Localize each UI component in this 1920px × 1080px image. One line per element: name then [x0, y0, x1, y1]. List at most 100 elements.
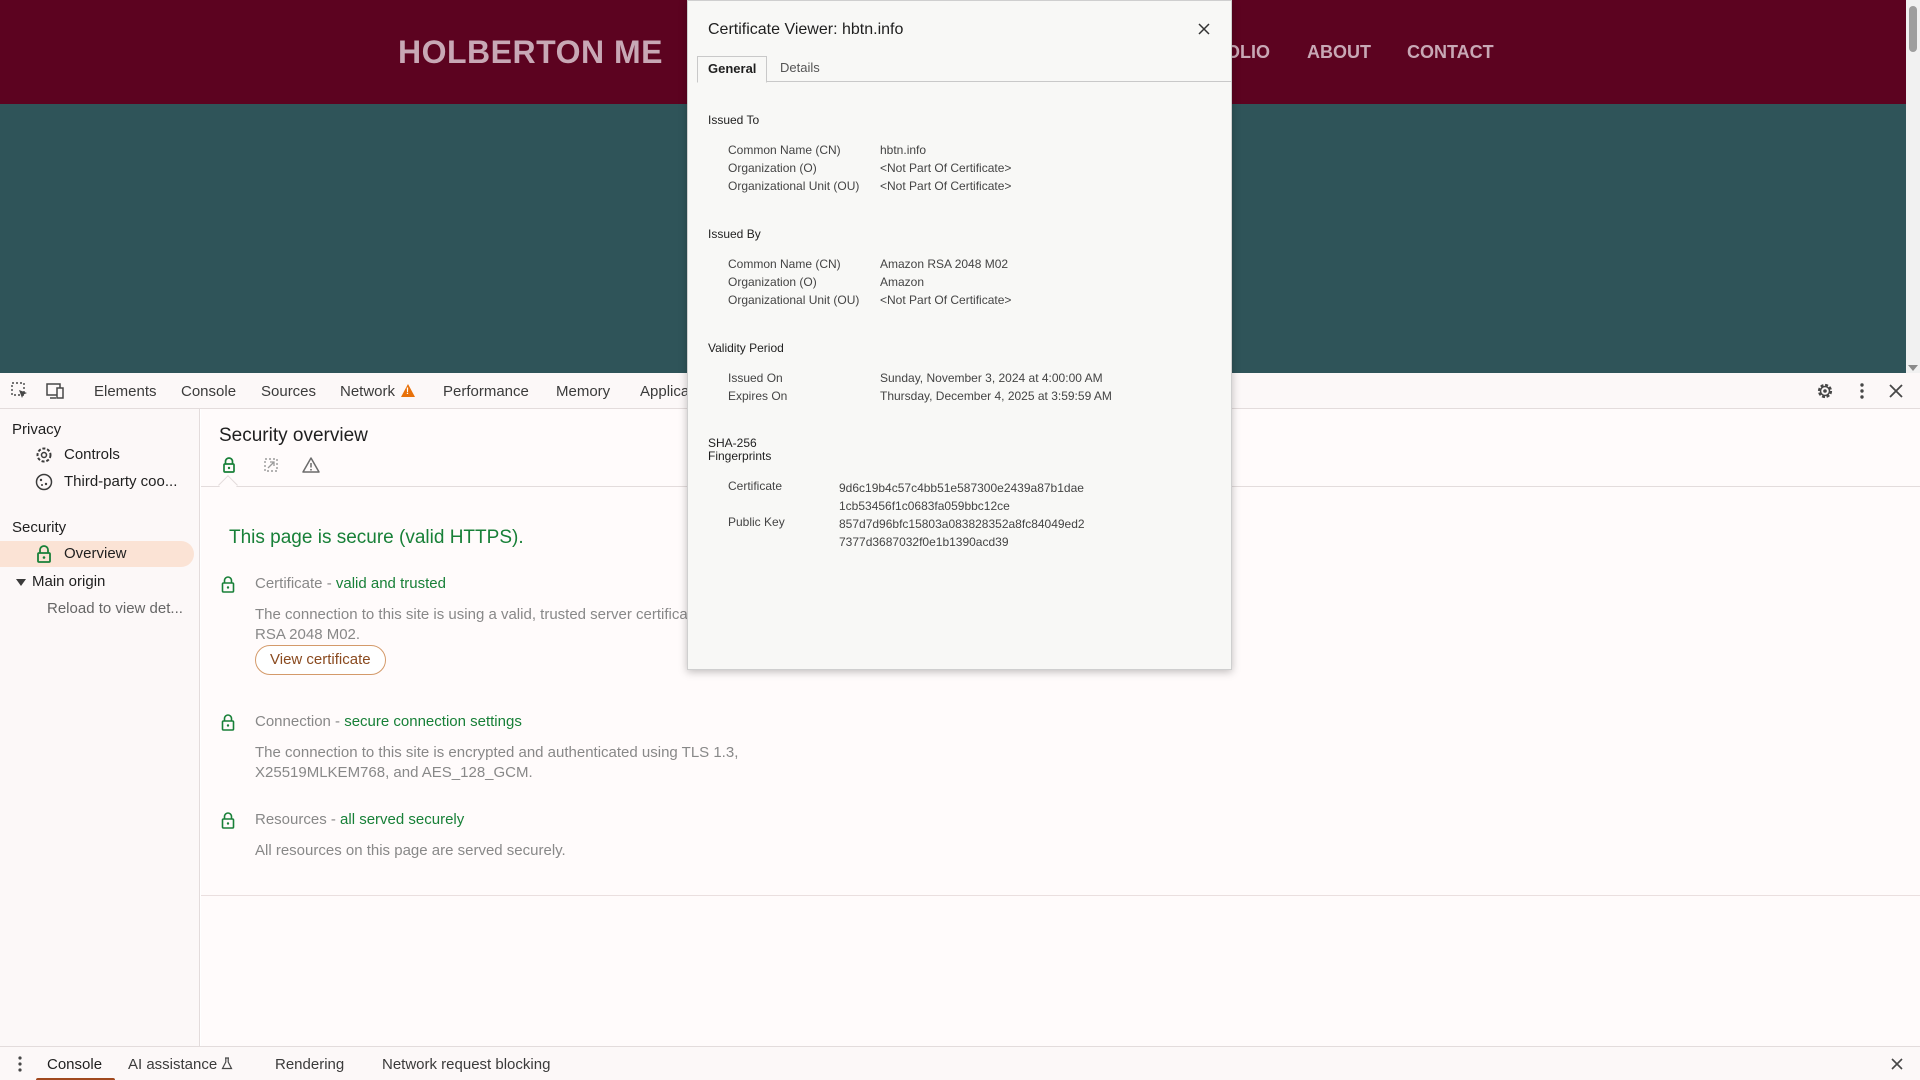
- cert-field-value: <Not Part Of Certificate>: [880, 179, 1012, 193]
- close-drawer-icon[interactable]: [1890, 1057, 1904, 1071]
- inspect-element-icon[interactable]: [10, 381, 30, 401]
- connection-status: secure connection settings: [344, 713, 522, 730]
- warning-icon[interactable]: [301, 455, 321, 475]
- lock-icon: [219, 575, 237, 595]
- cert-row: Organizational Unit (OU) <Not Part Of Ce…: [728, 293, 1228, 309]
- cert-field-label: Certificate: [728, 479, 783, 493]
- sidebar-heading-security: Security: [12, 519, 67, 536]
- warning-icon: [401, 384, 416, 397]
- cert-field-value: Sunday, November 3, 2024 at 4:00:00 AM: [880, 371, 1103, 385]
- dialog-tabs: General Details: [697, 56, 1232, 83]
- cert-row: Common Name (CN) hbtn.info: [728, 143, 1228, 159]
- sidebar-item-controls[interactable]: Controls: [0, 442, 194, 468]
- cert-field-label: Common Name (CN): [728, 257, 841, 271]
- nav-link-contact[interactable]: CONTACT: [1407, 42, 1494, 63]
- certificate-label: Certificate -: [255, 575, 336, 592]
- cert-field-value: 857d7d96bfc15803a083828352a8fc84049ed273…: [839, 517, 1085, 549]
- cookie-icon: [34, 472, 54, 492]
- scroll-down-arrow-icon[interactable]: [1908, 365, 1918, 371]
- connection-label: Connection -: [255, 713, 345, 730]
- device-toolbar-icon[interactable]: [45, 381, 65, 401]
- cert-row: Organization (O) <Not Part Of Certificat…: [728, 161, 1228, 177]
- flask-icon: [221, 1057, 233, 1070]
- more-options-icon[interactable]: [1852, 381, 1872, 401]
- cert-row: Expires On Thursday, December 4, 2025 at…: [728, 389, 1228, 405]
- fingerprints-heading-line2: Fingerprints: [708, 449, 772, 463]
- cert-field-label: Common Name (CN): [728, 143, 841, 157]
- nav-link-portfolio[interactable]: OLIO: [1226, 42, 1270, 63]
- scrollbar-thumb[interactable]: [1909, 6, 1917, 52]
- tab-console[interactable]: Console: [181, 383, 236, 400]
- resources-section: Resources - all served securely All reso…: [219, 811, 1019, 861]
- tab-details[interactable]: Details: [770, 56, 830, 82]
- cert-row: Issued On Sunday, November 3, 2024 at 4:…: [728, 371, 1228, 387]
- cert-field-value: Amazon: [880, 275, 925, 289]
- sidebar-heading-privacy: Privacy: [12, 421, 62, 438]
- tab-network-label: Network: [340, 383, 396, 400]
- gear-icon[interactable]: [1815, 381, 1835, 401]
- resources-description: All resources on this page are served se…: [255, 842, 566, 859]
- resources-label: Resources -: [255, 811, 341, 828]
- connection-section: Connection - secure connection settings …: [219, 713, 1019, 793]
- page-scrollbar[interactable]: [1906, 0, 1920, 373]
- section-heading-validity-period: Validity Period: [708, 341, 784, 355]
- cert-row: Organizational Unit (OU) <Not Part Of Ce…: [728, 179, 1228, 195]
- close-icon[interactable]: [1198, 22, 1210, 35]
- section-heading-issued-by: Issued By: [708, 227, 761, 241]
- lock-icon: [219, 811, 237, 831]
- sidebar-item-reload[interactable]: Reload to view det...: [0, 596, 194, 622]
- nav-link-about[interactable]: ABOUT: [1307, 42, 1371, 63]
- cert-fingerprint-row: Certificate 9d6c19b4c57c4bb51e587300e243…: [728, 479, 1228, 515]
- cert-row: Common Name (CN) Amazon RSA 2048 M02: [728, 257, 1228, 273]
- cert-field-label: Organizational Unit (OU): [728, 293, 860, 307]
- selected-filter-pointer: [218, 475, 238, 495]
- connection-heading: Connection - secure connection settings: [255, 713, 522, 730]
- close-icon[interactable]: [1886, 381, 1906, 401]
- resources-heading: Resources - all served securely: [255, 811, 464, 828]
- sidebar-item-third-party-cookies[interactable]: Third-party coo...: [0, 469, 194, 495]
- tab-memory[interactable]: Memory: [556, 383, 610, 400]
- certificate-status: valid and trusted: [335, 575, 446, 592]
- tab-elements[interactable]: Elements: [94, 383, 157, 400]
- section-divider: [201, 895, 1920, 896]
- tab-performance[interactable]: Performance: [443, 383, 529, 400]
- cert-field-label: Organization (O): [728, 161, 817, 175]
- section-heading-fingerprints: SHA-256 Fingerprints: [708, 437, 771, 463]
- expand-triangle-icon[interactable]: [16, 579, 26, 586]
- tab-general[interactable]: General: [697, 56, 768, 83]
- sidebar-item-label: Controls: [64, 446, 120, 463]
- sidebar-item-main-origin[interactable]: Main origin: [0, 569, 194, 595]
- cert-field-label: Public Key: [728, 515, 785, 529]
- dialog-title: Certificate Viewer: hbtn.info: [708, 21, 904, 38]
- sidebar-item-overview[interactable]: Overview: [0, 541, 194, 567]
- drawer-tab-rendering[interactable]: Rendering: [275, 1056, 344, 1073]
- tab-network[interactable]: Network: [340, 383, 416, 400]
- cert-fingerprint-row: Public Key 857d7d96bfc15803a083828352a8f…: [728, 515, 1228, 551]
- resources-status: all served securely: [340, 811, 465, 828]
- certificate-viewer-dialog: Certificate Viewer: hbtn.info General De…: [687, 0, 1232, 670]
- certificate-heading: Certificate - valid and trusted: [255, 575, 446, 592]
- lock-icon[interactable]: [219, 455, 239, 475]
- cert-field-value: <Not Part Of Certificate>: [880, 161, 1012, 175]
- sidebar-item-label: Third-party coo...: [64, 473, 178, 490]
- devtools-drawer: Console AI assistance Rendering Network …: [0, 1046, 1920, 1080]
- drawer-tab-console[interactable]: Console: [47, 1056, 102, 1073]
- drawer-tab-ai-assistance[interactable]: AI assistance: [128, 1056, 233, 1073]
- security-sidebar: Privacy Controls Third-party coo... Secu…: [0, 409, 200, 1046]
- tab-application[interactable]: Applica: [640, 383, 689, 400]
- view-certificate-button[interactable]: View certificate: [255, 645, 386, 675]
- drawer-more-options-icon[interactable]: [14, 1055, 26, 1073]
- drawer-tab-network-request-blocking[interactable]: Network request blocking: [382, 1056, 550, 1073]
- mixed-content-icon[interactable]: [261, 455, 281, 475]
- lock-icon: [34, 544, 54, 564]
- cert-row: Organization (O) Amazon: [728, 275, 1228, 291]
- cert-field-label: Expires On: [728, 389, 788, 403]
- drawer-tab-label: AI assistance: [128, 1056, 218, 1073]
- lock-icon: [219, 713, 237, 733]
- sidebar-item-label: Reload to view det...: [47, 600, 183, 617]
- cert-field-label: Organization (O): [728, 275, 817, 289]
- tab-sources[interactable]: Sources: [261, 383, 316, 400]
- sidebar-item-label: Main origin: [32, 573, 106, 590]
- security-summary: This page is secure (valid HTTPS).: [229, 527, 524, 548]
- cert-field-value: Thursday, December 4, 2025 at 3:59:59 AM: [880, 389, 1112, 403]
